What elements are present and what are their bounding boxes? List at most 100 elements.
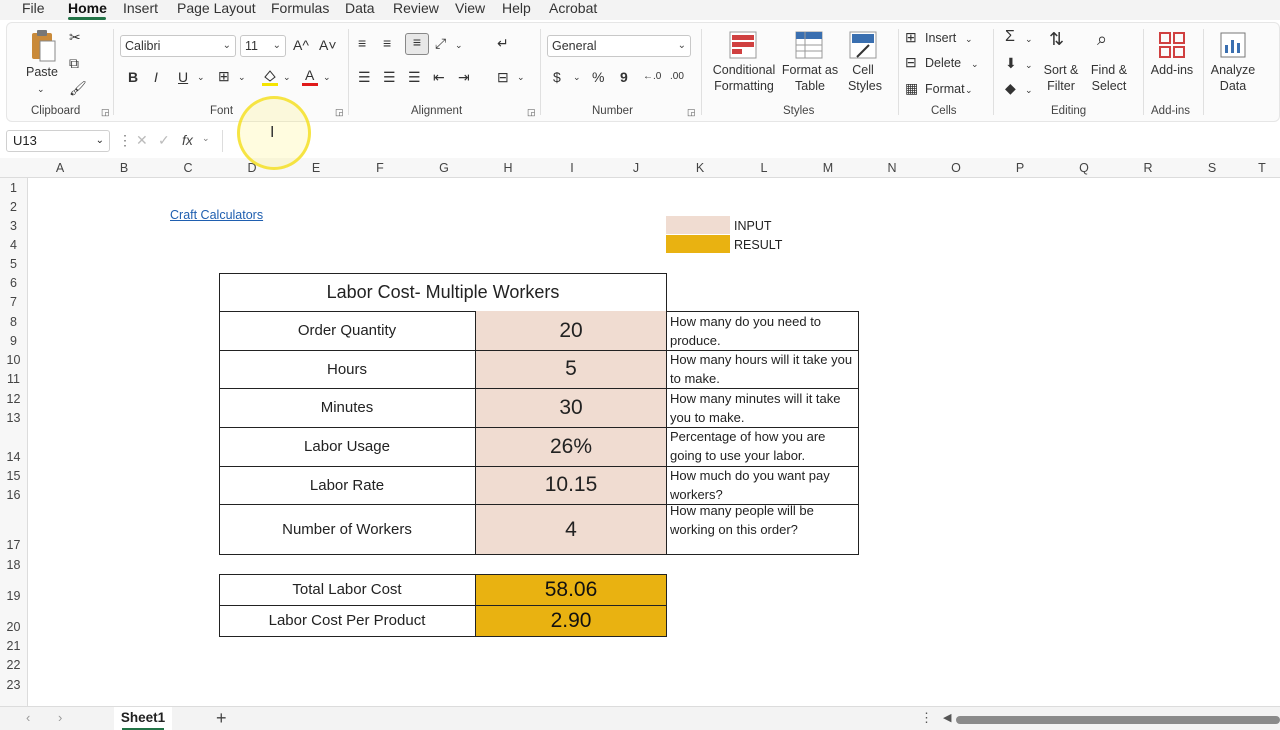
format-cells-icon[interactable]: ▦ <box>905 80 918 96</box>
increase-font-icon[interactable]: A^ <box>293 37 309 53</box>
increase-decimal-button[interactable]: ←.0 <box>643 69 661 85</box>
format-as-table-icon[interactable] <box>795 31 823 59</box>
chevron-down-icon[interactable]: ⌄ <box>202 133 210 144</box>
middle-align-icon[interactable]: ≡ <box>383 35 391 51</box>
format-dropdown-icon[interactable]: ⌄ <box>965 82 973 98</box>
insert-dropdown-icon[interactable]: ⌄ <box>965 31 973 47</box>
merge-center-icon[interactable]: ⊟ <box>497 69 509 85</box>
menu-page-layout[interactable]: Page Layout <box>177 0 256 18</box>
menu-help[interactable]: Help <box>502 0 531 18</box>
row-header[interactable]: 10 <box>0 353 27 367</box>
column-header[interactable]: N <box>860 158 924 178</box>
row-header[interactable]: 6 <box>0 276 27 290</box>
font-launcher-icon[interactable]: ◲ <box>335 107 344 118</box>
clipboard-launcher-icon[interactable]: ◲ <box>101 107 110 118</box>
decrease-indent-icon[interactable]: ⇤ <box>433 69 445 85</box>
borders-dropdown-icon[interactable]: ⌄ <box>238 69 246 85</box>
column-header[interactable]: S <box>1180 158 1244 178</box>
fill-color-icon[interactable] <box>261 67 279 87</box>
insert-cells-icon[interactable]: ⊞ <box>905 29 917 45</box>
number-format-select[interactable]: General ⌄ <box>547 35 691 57</box>
find-select-label-2[interactable]: Select <box>1087 79 1131 94</box>
alignment-launcher-icon[interactable]: ◲ <box>527 107 536 118</box>
column-header[interactable]: R <box>1116 158 1180 178</box>
sort-filter-label-2[interactable]: Filter <box>1039 79 1083 94</box>
row-header[interactable]: 5 <box>0 257 27 271</box>
fill-dropdown-icon[interactable]: ⌄ <box>1025 57 1033 73</box>
formula-input[interactable] <box>222 130 1274 152</box>
insert-function-icon[interactable]: fx <box>182 132 193 148</box>
worksheet[interactable]: Craft Calculators INPUT RESULT Labor Cos… <box>28 178 1280 706</box>
align-left-icon[interactable]: ☰ <box>358 69 371 85</box>
row-header[interactable]: 1 <box>0 181 27 195</box>
labor-usage-value[interactable]: 26% <box>475 427 667 466</box>
more-options-icon[interactable]: ⋮ <box>920 710 933 726</box>
row-header[interactable]: 2 <box>0 200 27 214</box>
enter-icon[interactable]: ✓ <box>158 132 170 149</box>
insert-cells-button[interactable]: Insert <box>925 31 956 46</box>
column-header[interactable]: O <box>924 158 988 178</box>
row-header[interactable]: 7 <box>0 295 27 309</box>
wrap-text-icon[interactable]: ↵ <box>497 35 509 51</box>
hours-value[interactable]: 5 <box>475 350 667 388</box>
number-of-workers-value[interactable]: 4 <box>475 504 667 555</box>
conditional-formatting-label-2[interactable]: Formatting <box>707 79 781 94</box>
row-header[interactable]: 14 <box>0 450 27 464</box>
clear-icon[interactable]: ◆ <box>1005 80 1016 96</box>
craft-calculators-link[interactable]: Craft Calculators <box>170 208 263 222</box>
column-header[interactable]: B <box>92 158 156 178</box>
row-header[interactable]: 19 <box>0 589 27 603</box>
cancel-icon[interactable]: ✕ <box>136 132 148 149</box>
labor-rate-value[interactable]: 10.15 <box>475 466 667 504</box>
menu-view[interactable]: View <box>455 0 485 18</box>
cell-styles-icon[interactable] <box>849 31 877 59</box>
format-painter-icon[interactable]: 🖌 <box>69 80 87 96</box>
cut-icon[interactable]: ✂ <box>69 29 81 45</box>
orientation-icon[interactable]: ⤢ <box>435 35 446 51</box>
bottom-align-icon[interactable]: ≡ <box>405 33 429 55</box>
column-header[interactable]: P <box>988 158 1052 178</box>
delete-cells-icon[interactable]: ⊟ <box>905 54 917 70</box>
decrease-font-icon[interactable]: A˅ <box>319 37 337 53</box>
menu-insert[interactable]: Insert <box>123 0 158 18</box>
row-header[interactable]: 9 <box>0 334 27 348</box>
merge-dropdown-icon[interactable]: ⌄ <box>517 69 525 85</box>
sheet-tab[interactable]: Sheet1 <box>114 707 172 730</box>
fill-icon[interactable]: ⬇ <box>1005 55 1017 71</box>
horizontal-scrollbar[interactable] <box>956 716 1280 724</box>
percent-button[interactable]: % <box>592 69 604 85</box>
column-header[interactable]: M <box>796 158 860 178</box>
row-header[interactable]: 21 <box>0 639 27 653</box>
scroll-left-icon[interactable]: ◀ <box>943 711 951 724</box>
underline-button[interactable]: U <box>178 69 188 85</box>
delete-dropdown-icon[interactable]: ⌄ <box>971 56 979 72</box>
add-ins-button[interactable]: Add-ins <box>1147 63 1197 78</box>
row-header[interactable]: 22 <box>0 658 27 672</box>
currency-dropdown-icon[interactable]: ⌄ <box>573 69 581 85</box>
conditional-formatting-icon[interactable] <box>729 31 757 59</box>
font-color-icon[interactable]: A <box>301 67 319 87</box>
comma-button[interactable]: 9 <box>620 69 628 85</box>
analyze-data-icon[interactable] <box>1219 31 1247 59</box>
column-header[interactable]: T <box>1244 158 1280 178</box>
row-header[interactable]: 18 <box>0 558 27 572</box>
menu-file[interactable]: File <box>22 0 45 18</box>
scroll-tabs-left-icon[interactable]: ‹ <box>26 710 30 725</box>
add-ins-icon[interactable] <box>1158 31 1186 59</box>
column-header[interactable]: C <box>156 158 220 178</box>
row-header[interactable]: 12 <box>0 392 27 406</box>
column-header[interactable]: J <box>604 158 668 178</box>
font-size-select[interactable]: 11 ⌄ <box>240 35 286 57</box>
font-color-dropdown-icon[interactable]: ⌄ <box>323 69 331 85</box>
italic-button[interactable]: I <box>154 69 158 85</box>
scroll-tabs-right-icon[interactable]: › <box>58 710 62 725</box>
format-cells-button[interactable]: Format <box>925 82 965 97</box>
sort-filter-label-1[interactable]: Sort & <box>1039 63 1083 78</box>
paste-icon[interactable] <box>29 29 57 63</box>
font-name-select[interactable]: Calibri ⌄ <box>120 35 236 57</box>
align-center-icon[interactable]: ☰ <box>383 69 396 85</box>
column-header[interactable]: K <box>668 158 732 178</box>
minutes-value[interactable]: 30 <box>475 388 667 427</box>
paste-button[interactable]: Paste <box>25 65 59 80</box>
menu-home[interactable]: Home <box>68 0 107 18</box>
